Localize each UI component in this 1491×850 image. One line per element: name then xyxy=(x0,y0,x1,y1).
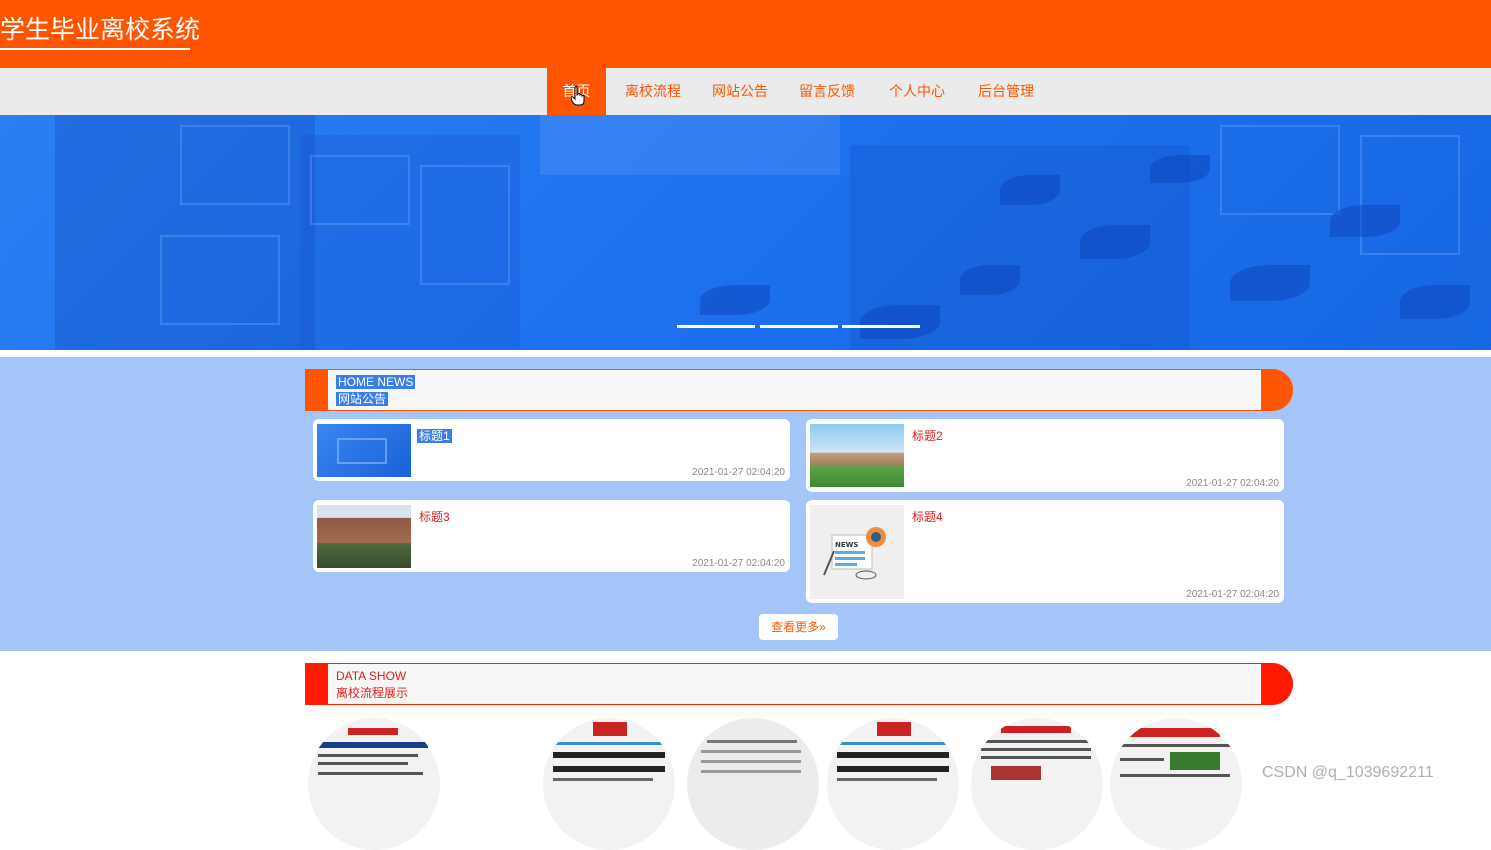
site-title[interactable]: 学生毕业离校系统 xyxy=(0,14,200,50)
nav-item-announcement[interactable]: 网站公告 xyxy=(705,68,775,115)
news-card[interactable]: NEWS 标题4 2021-01-27 02:04:20 xyxy=(806,500,1284,603)
divider xyxy=(0,350,1491,357)
news-thumbnail xyxy=(810,424,904,487)
nav-item-process[interactable]: 离校流程 xyxy=(618,68,688,115)
news-card-title[interactable]: 标题1 xyxy=(417,427,452,444)
carousel-indicators xyxy=(677,325,925,329)
carousel-dot-1[interactable] xyxy=(677,325,755,328)
news-card-time: 2021-01-27 02:04:20 xyxy=(692,467,785,478)
hand-cursor-icon xyxy=(571,86,585,106)
carousel-dot-2[interactable] xyxy=(760,325,838,328)
news-section-header: HOME NEWS 网站公告 xyxy=(305,369,1293,411)
process-image[interactable] xyxy=(827,718,959,850)
news-card[interactable]: 标题1 2021-01-27 02:04:20 xyxy=(313,419,790,481)
process-image[interactable] xyxy=(543,718,675,850)
main-nav: 首页 离校流程 网站公告 留言反馈 个人中心 后台管理 xyxy=(0,68,1491,115)
news-thumbnail xyxy=(317,505,411,568)
process-image[interactable] xyxy=(971,718,1103,850)
news-card-time: 2021-01-27 02:04:20 xyxy=(1186,589,1279,600)
news-card-title[interactable]: 标题3 xyxy=(419,508,450,525)
nav-item-admin[interactable]: 后台管理 xyxy=(971,68,1041,115)
nav-item-profile[interactable]: 个人中心 xyxy=(882,68,952,115)
site-header: 学生毕业离校系统 xyxy=(0,0,1491,68)
news-card-time: 2021-01-27 02:04:20 xyxy=(1186,478,1279,489)
news-thumbnail xyxy=(317,424,411,477)
data-show-header: DATA SHOW 离校流程展示 xyxy=(305,663,1293,705)
carousel-dot-3[interactable] xyxy=(842,325,920,328)
news-card-title[interactable]: 标题2 xyxy=(912,427,943,444)
process-image[interactable] xyxy=(687,718,819,850)
data-heading-en: DATA SHOW xyxy=(336,669,407,683)
svg-text:NEWS: NEWS xyxy=(835,541,858,549)
news-thumbnail: NEWS xyxy=(810,505,904,599)
process-image[interactable] xyxy=(1110,718,1242,850)
news-card-title[interactable]: 标题4 xyxy=(912,508,943,525)
news-card[interactable]: 标题2 2021-01-27 02:04:20 xyxy=(806,419,1284,492)
news-heading-en: HOME NEWS xyxy=(336,375,416,389)
data-heading-cn: 离校流程展示 xyxy=(336,686,409,700)
watermark: CSDN @q_1039692211 xyxy=(1262,764,1434,781)
hero-banner xyxy=(0,115,1491,350)
news-card-time: 2021-01-27 02:04:20 xyxy=(692,558,785,569)
news-heading-cn: 网站公告 xyxy=(336,392,389,406)
nav-item-feedback[interactable]: 留言反馈 xyxy=(792,68,862,115)
process-image[interactable] xyxy=(308,718,440,850)
news-card[interactable]: 标题3 2021-01-27 02:04:20 xyxy=(313,500,790,572)
view-more-button[interactable]: 查看更多» xyxy=(759,614,838,640)
